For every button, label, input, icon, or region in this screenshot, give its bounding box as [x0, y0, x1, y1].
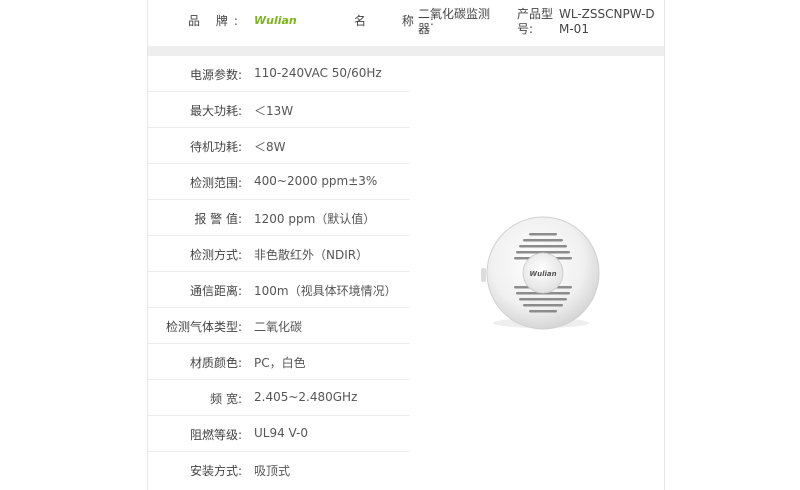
model-label: 产品型号: — [517, 7, 554, 36]
spec-row: 检测方式: 非色散红外（NDIR） — [148, 236, 410, 272]
spec-value: ＜13W — [254, 104, 294, 118]
spec-label: 电源参数: — [189, 68, 242, 82]
spec-label: 阻燃等级: — [189, 428, 242, 442]
brand-label: 品 牌: — [188, 14, 244, 28]
spec-row: 安装方式: 吸顶式 — [148, 452, 410, 488]
spec-row: 检测范围: 400~2000 ppm±3% — [148, 164, 410, 200]
spec-row: 报 警 值: 1200 ppm（默认值） — [148, 200, 410, 236]
spec-label: 检测气体类型: — [165, 320, 242, 334]
spec-value: 2.405~2.480GHz — [254, 390, 358, 404]
spec-value: 二氧化碳 — [254, 320, 303, 334]
spec-value: 非色散红外（NDIR） — [254, 248, 369, 262]
name-value: 二氧化碳监测器 — [418, 7, 491, 36]
spec-label: 最大功耗: — [189, 104, 242, 118]
spec-value: 吸顶式 — [254, 464, 291, 478]
spec-row: 通信距离: 100m（视具体环境情况） — [148, 272, 410, 308]
spec-row: 检测气体类型: 二氧化碳 — [148, 308, 410, 344]
product-header: 品 牌: Wulian 名 称: 二氧化碳监测器 产品型号: WL-ZSSCNP… — [148, 0, 664, 46]
spec-row: 频 宽: 2.405~2.480GHz — [148, 380, 410, 416]
spec-row: 电源参数: 110-240VAC 50/60Hz — [148, 56, 410, 92]
header-divider-band — [148, 46, 664, 56]
spec-value: PC，白色 — [254, 356, 306, 370]
spec-value: 1200 ppm（默认值） — [254, 212, 376, 226]
spec-row: 待机功耗: ＜8W — [148, 128, 410, 164]
spec-value: 400~2000 ppm±3% — [254, 174, 378, 188]
spec-value: 100m（视具体环境情况） — [254, 284, 397, 298]
spec-value: ＜8W — [254, 140, 286, 154]
spec-table: 电源参数: 110-240VAC 50/60Hz 最大功耗: ＜13W 待机功耗: ＜… — [148, 56, 410, 488]
spec-row: 最大功耗: ＜13W — [148, 92, 410, 128]
spec-label: 检测范围: — [189, 176, 242, 190]
spec-label: 报 警 值: — [194, 212, 242, 226]
product-spec-panel: 品 牌: Wulian 名 称: 二氧化碳监测器 产品型号: WL-ZSSCNP… — [147, 0, 665, 490]
spec-value: 110-240VAC 50/60Hz — [254, 66, 382, 80]
spec-label: 检测方式: — [189, 248, 242, 262]
brand-logo: Wulian — [254, 14, 297, 27]
spec-label: 安装方式: — [189, 464, 242, 478]
spec-row: 阻燃等级: UL94 V-0 — [148, 416, 410, 452]
spec-label: 频 宽: — [210, 392, 242, 406]
spec-value: UL94 V-0 — [254, 426, 309, 440]
spec-row: 材质颜色: PC，白色 — [148, 344, 410, 380]
spec-label: 通信距离: — [189, 284, 242, 298]
spec-label: 待机功耗: — [189, 140, 242, 154]
spec-label: 材质颜色: — [189, 356, 242, 370]
co2-detector-product-image: Wulian — [481, 216, 600, 330]
product-logo-text: Wulian — [529, 270, 556, 278]
model-value: WL-ZSSCNPW-DM-01 — [559, 7, 655, 36]
